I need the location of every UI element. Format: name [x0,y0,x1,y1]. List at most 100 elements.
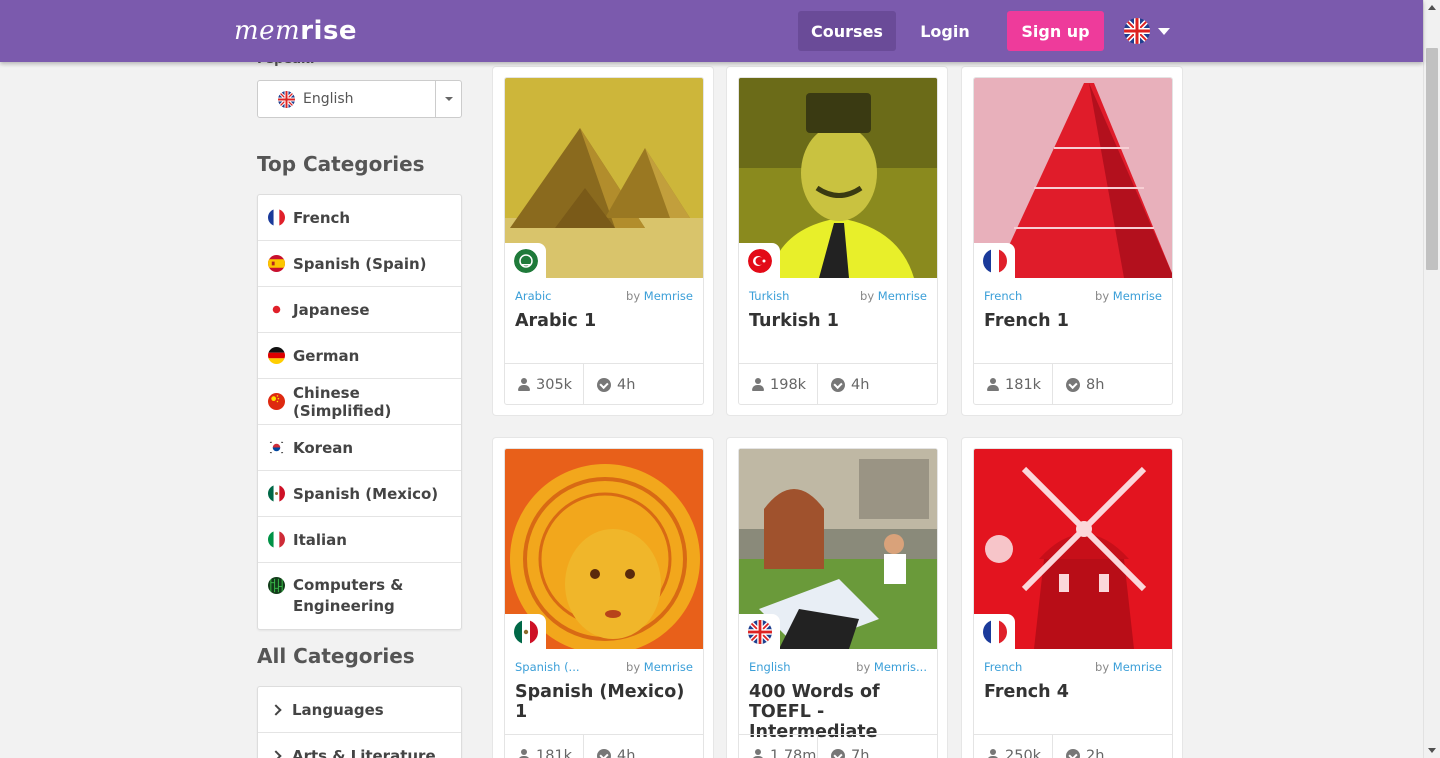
chevron-right-icon [270,750,282,758]
course-title[interactable]: Spanish (Mexico) 1 [515,682,700,722]
category-label: Spanish (Spain) [293,254,427,273]
category-item-arts-literature[interactable]: Arts & Literature [258,733,461,758]
signup-button[interactable]: Sign up [1007,11,1104,51]
scroll-down-arrow-icon[interactable] [1428,748,1436,753]
top-navbar: memrise Courses Login Sign up [0,0,1423,62]
course-language-link[interactable]: French [984,660,1022,674]
course-flag-badge [974,243,1015,279]
turkey-flag-icon [747,249,772,273]
course-title[interactable]: 400 Words of TOEFL - Intermediate [749,682,934,742]
page-scrollbar[interactable] [1423,0,1440,758]
course-card[interactable]: French by Memrise French 4 250k 2h [961,437,1183,758]
category-item-computers-engineering[interactable]: Computers & Engineering [258,563,461,629]
learner-count: 250k [1005,748,1042,758]
clock-icon [1066,378,1080,392]
learner-count: 305k [536,377,573,393]
category-item-korean[interactable]: Korean [258,425,461,471]
by-label: by [1095,660,1110,674]
course-author-link[interactable]: Memrise [878,289,927,303]
course-duration: 7h [851,748,870,758]
category-label: Languages [292,700,384,719]
category-item-german[interactable]: German [258,333,461,379]
courses-button[interactable]: Courses [798,11,896,51]
course-author-link[interactable]: Memrise [644,289,693,303]
all-categories-title: All Categories [257,644,415,668]
category-item-spanish-mexico[interactable]: Spanish (Mexico) [258,471,461,517]
course-duration: 8h [1086,377,1105,393]
course-card[interactable]: Turkish by Memrise Turkish 1 198k 4h [726,66,948,416]
course-card[interactable]: Spanish (... by Memrise Spanish (Mexico)… [492,437,714,758]
user-icon [518,749,530,758]
category-label: Japanese [293,300,370,319]
spain-flag-icon [268,255,285,272]
course-language-link[interactable]: Spanish (... [515,660,580,674]
scroll-up-arrow-icon[interactable] [1428,5,1436,10]
course-author-link[interactable]: Memris... [874,660,927,674]
course-card[interactable]: French by Memrise French 1 181k 8h [961,66,1183,416]
japan-flag-icon [268,301,285,318]
course-flag-badge [505,614,546,650]
category-item-chinese-simplified[interactable]: Chinese (Simplified) [258,379,461,425]
category-label: Italian [293,530,347,549]
user-icon [987,749,999,758]
clock-icon [831,749,845,758]
course-language-link[interactable]: French [984,289,1022,303]
by-label: by [626,660,641,674]
course-title[interactable]: Arabic 1 [515,311,700,331]
learner-count: 1.78m [770,748,817,758]
top-categories-list: French Spanish (Spain) Japanese German C… [257,194,462,630]
course-duration: 4h [617,377,636,393]
germany-flag-icon [268,347,285,364]
course-duration: 2h [1086,748,1105,758]
china-flag-icon [268,393,285,410]
memrise-logo[interactable]: memrise [234,16,357,46]
course-title[interactable]: French 1 [984,311,1169,331]
category-item-spanish-spain[interactable]: Spanish (Spain) [258,241,461,287]
course-author-link[interactable]: Memrise [1113,660,1162,674]
course-language-link[interactable]: English [749,660,791,674]
by-label: by [860,289,875,303]
category-item-japanese[interactable]: Japanese [258,287,461,333]
course-title[interactable]: Turkish 1 [749,311,934,331]
learner-count: 181k [536,748,573,758]
by-label: by [626,289,641,303]
course-duration: 4h [851,377,870,393]
scroll-thumb[interactable] [1426,48,1438,270]
user-icon [987,378,999,392]
top-categories-title: Top Categories [257,152,425,176]
course-author-link[interactable]: Memrise [1113,289,1162,303]
language-select[interactable]: English [257,80,462,118]
category-item-languages[interactable]: Languages [258,687,461,733]
user-icon [752,378,764,392]
clock-icon [831,378,845,392]
language-switcher[interactable] [1124,17,1176,45]
logo-text-bold: rise [300,16,358,46]
logo-text: mem [234,16,301,46]
chevron-down-icon [1158,27,1170,35]
france-flag-icon [268,209,285,226]
korea-flag-icon [268,439,285,456]
uk-flag-icon [747,620,772,644]
uk-flag-icon [1124,18,1150,44]
course-language-link[interactable]: Turkish [749,289,789,303]
user-icon [752,749,764,758]
course-language-link[interactable]: Arabic [515,289,551,303]
category-item-italian[interactable]: Italian [258,517,461,563]
course-card[interactable]: English by Memris... 400 Words of TOEFL … [726,437,948,758]
category-label: Spanish (Mexico) [293,484,439,503]
user-icon [518,378,530,392]
category-item-french[interactable]: French [258,195,461,241]
chevron-down-icon[interactable] [436,97,461,101]
course-duration: 4h [617,748,636,758]
course-flag-badge [739,243,780,279]
by-label: by [856,660,871,674]
course-author-link[interactable]: Memrise [644,660,693,674]
mexico-flag-icon [268,485,285,502]
course-title[interactable]: French 4 [984,682,1169,702]
course-flag-badge [739,614,780,650]
france-flag-icon [982,249,1007,273]
uk-flag-icon [278,90,295,108]
course-card[interactable]: Arabic by Memrise Arabic 1 305k 4h [492,66,714,416]
learner-count: 181k [1005,377,1042,393]
login-button[interactable]: Login [908,11,982,51]
